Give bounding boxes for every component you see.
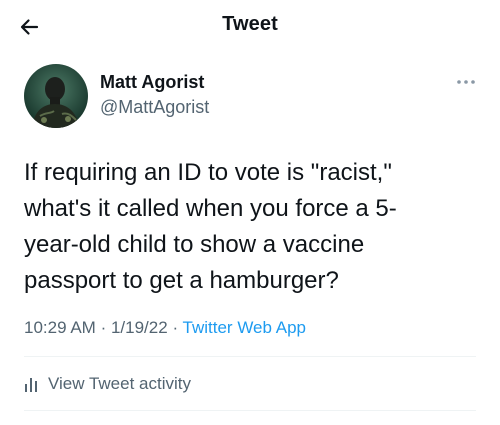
tweet-author: Matt Agorist @MattAgorist xyxy=(20,64,480,128)
divider xyxy=(24,356,476,357)
top-bar: Tweet xyxy=(0,0,500,52)
tweet-text: If requiring an ID to vote is "racist," … xyxy=(24,159,397,294)
divider xyxy=(24,410,476,411)
avatar[interactable] xyxy=(24,64,88,128)
more-horizontal-icon xyxy=(457,80,475,84)
meta-separator: · xyxy=(100,318,107,337)
author-handle[interactable]: @MattAgorist xyxy=(100,97,209,118)
meta-separator: · xyxy=(172,318,179,337)
author-name[interactable]: Matt Agorist xyxy=(100,72,204,93)
more-options-button[interactable] xyxy=(454,74,478,90)
tweet-time[interactable]: 10:29 AM xyxy=(24,318,96,337)
bar-chart-icon xyxy=(24,376,38,392)
page-title: Tweet xyxy=(222,13,278,35)
tweet-date[interactable]: 1/19/22 xyxy=(111,318,168,337)
view-tweet-activity-button[interactable]: View Tweet activity xyxy=(24,372,191,396)
activity-label: View Tweet activity xyxy=(48,374,191,393)
tweet-metadata: 10:29 AM · 1/19/22 · Twitter Web App xyxy=(24,318,306,338)
tweet-source-link[interactable]: Twitter Web App xyxy=(183,318,306,337)
